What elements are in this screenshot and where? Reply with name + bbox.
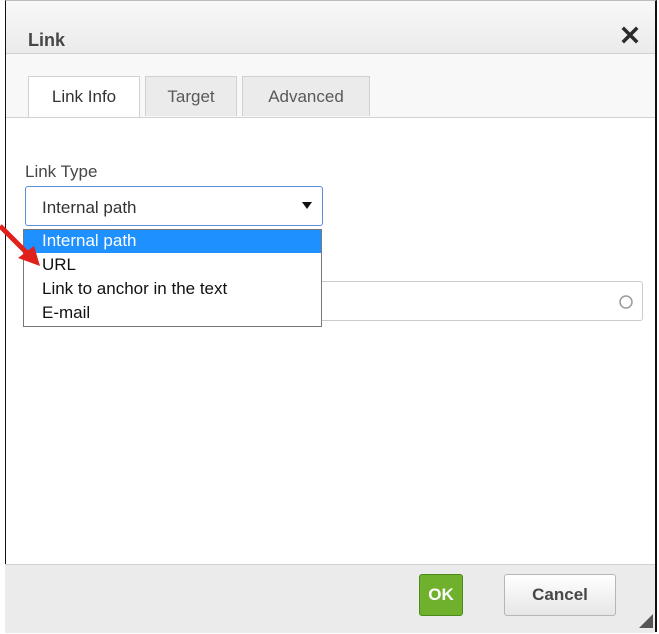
ok-button-label: OK: [428, 585, 454, 604]
tab-link-info[interactable]: Link Info: [28, 76, 140, 117]
option-link-to-anchor[interactable]: Link to anchor in the text: [24, 278, 321, 301]
link-type-selected-value: Internal path: [42, 198, 137, 217]
link-type-dropdown-list: Internal path URL Link to anchor in the …: [23, 229, 322, 327]
link-type-select[interactable]: Internal path: [25, 186, 323, 226]
option-email[interactable]: E-mail: [24, 302, 321, 325]
tab-target[interactable]: Target: [145, 76, 237, 116]
circle-icon: [619, 295, 633, 309]
resize-handle-icon[interactable]: [639, 614, 653, 628]
annotation-arrow: [0, 224, 40, 266]
dropdown-arrow-icon: [302, 202, 312, 209]
option-url[interactable]: URL: [24, 254, 321, 277]
dialog-titlebar: Link: [6, 1, 655, 54]
close-icon[interactable]: [621, 26, 639, 44]
cancel-button[interactable]: Cancel: [504, 574, 616, 616]
tab-link-info-label: Link Info: [51, 87, 117, 106]
tab-advanced-label: Advanced: [268, 86, 344, 106]
ok-button[interactable]: OK: [419, 574, 463, 616]
tab-advanced[interactable]: Advanced: [242, 76, 370, 116]
dialog-title: Link: [28, 30, 66, 50]
tab-target-label: Target: [167, 86, 215, 106]
link-type-label: Link Type: [25, 162, 98, 181]
option-internal-path[interactable]: Internal path: [24, 230, 321, 253]
cancel-button-label: Cancel: [532, 585, 588, 604]
